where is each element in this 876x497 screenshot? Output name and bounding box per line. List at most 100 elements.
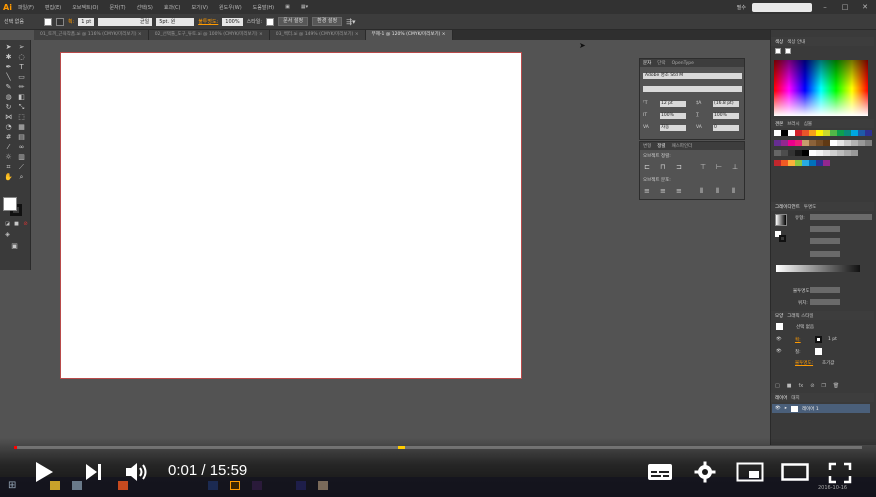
align-top-icon[interactable]: ⊤	[700, 163, 706, 171]
blob-brush-tool-icon[interactable]: ◍	[4, 94, 13, 101]
gradient-thumbnail[interactable]	[775, 214, 787, 226]
swatch-chip[interactable]	[823, 140, 830, 146]
swatch-chip[interactable]	[802, 150, 809, 156]
vertical-scale-field[interactable]: 100%	[660, 113, 686, 119]
opacity-label[interactable]: 불투명도:	[198, 18, 218, 25]
layer-visibility-icon[interactable]: 👁	[775, 406, 781, 411]
theater-mode-icon[interactable]	[781, 463, 809, 481]
column-graph-tool-icon[interactable]: ▥	[17, 154, 26, 161]
magic-wand-tool-icon[interactable]: ✱	[4, 54, 13, 61]
distribute-left-icon[interactable]: ⫴	[700, 187, 703, 196]
swatch-chip[interactable]	[851, 140, 858, 146]
fill-swatch[interactable]	[44, 17, 52, 26]
preferences-button[interactable]: 환경 설정	[312, 17, 343, 26]
gradient-angle-field[interactable]	[810, 226, 840, 232]
distribute-hcenter-icon[interactable]: ⫴	[716, 187, 719, 196]
blend-tool-icon[interactable]: ∞	[17, 144, 26, 151]
swatch-chip[interactable]	[816, 160, 823, 166]
swatch-chip[interactable]	[858, 140, 865, 146]
shape-builder-tool-icon[interactable]: ◔	[4, 124, 13, 131]
tracking-field[interactable]: 0	[713, 125, 739, 131]
taskbar-premiere-icon[interactable]	[252, 481, 262, 490]
tab-document-2[interactable]: 02_선택툴_도구_튜토.ai @ 100% (CMYK/미리보기) ×	[148, 30, 270, 40]
maximize-icon[interactable]: □	[838, 2, 852, 12]
layer-row[interactable]: 👁 ▸ 레이어 1	[772, 404, 870, 413]
align-left-icon[interactable]: ⊏	[644, 163, 650, 171]
free-transform-tool-icon[interactable]: ⬚	[17, 114, 26, 121]
swatch-chip[interactable]	[823, 130, 830, 136]
tab-transparency[interactable]: 투명도	[804, 204, 816, 210]
line-tool-icon[interactable]: ╲	[4, 74, 13, 81]
tab-graphic-styles[interactable]: 그래픽 스타일	[787, 313, 813, 319]
gradient-opacity-field[interactable]	[810, 287, 840, 293]
appearance-stroke-swatch[interactable]	[815, 336, 822, 343]
color-fill-indicator[interactable]	[775, 48, 781, 54]
eraser-tool-icon[interactable]: ◧	[17, 94, 26, 101]
none-mode-icon[interactable]: ⊘	[21, 221, 30, 228]
brush-definition[interactable]: 5pt. 원	[156, 17, 195, 26]
align-center-icon[interactable]: ⊓	[660, 163, 665, 171]
video-progress-track[interactable]	[14, 446, 862, 449]
clear-appearance-icon[interactable]: ⊘	[810, 383, 814, 390]
swatch-chip[interactable]	[802, 130, 809, 136]
swatch-chip[interactable]	[774, 130, 781, 136]
menu-window[interactable]: 윈도우(W)	[219, 4, 242, 11]
swatch-chip[interactable]	[830, 130, 837, 136]
windows-start-icon[interactable]: ⊞	[8, 480, 16, 491]
draw-mode-icon[interactable]: ◈	[3, 231, 12, 238]
appearance-fill-swatch[interactable]	[815, 348, 822, 355]
swatch-chip[interactable]	[844, 140, 851, 146]
paintbrush-tool-icon[interactable]: ✎	[4, 84, 13, 91]
swatch-chip[interactable]	[781, 140, 788, 146]
swatch-chip[interactable]	[795, 140, 802, 146]
swatch-chip[interactable]	[809, 160, 816, 166]
default-colors-icon[interactable]: ◪	[3, 221, 12, 228]
menu-file[interactable]: 파일(F)	[18, 4, 34, 11]
swatch-chip[interactable]	[788, 160, 795, 166]
tab-pathfinder[interactable]: 패스파인더	[672, 143, 693, 149]
taskbar-illustrator-icon[interactable]	[230, 481, 240, 490]
layer-name[interactable]: 레이어 1	[802, 406, 819, 412]
stroke-swatch[interactable]	[56, 17, 64, 26]
font-style-select[interactable]	[643, 86, 742, 92]
menu-view[interactable]: 보기(V)	[191, 4, 208, 11]
opacity-field[interactable]: 100%	[222, 17, 243, 26]
swatch-chip[interactable]	[809, 150, 816, 156]
pen-tool-icon[interactable]: ✒	[4, 64, 13, 71]
swatch-chip[interactable]	[858, 130, 865, 136]
menu-effect[interactable]: 효과(C)	[164, 4, 181, 11]
close-icon[interactable]: ✕	[858, 2, 872, 12]
gradient-stroke-indicator[interactable]	[779, 235, 786, 242]
menu-edit[interactable]: 편집(E)	[45, 4, 61, 11]
layer-expand-icon[interactable]: ▸	[785, 406, 787, 411]
tab-color[interactable]: 색상	[775, 39, 783, 45]
tab-align[interactable]: 정렬	[657, 143, 665, 149]
perspective-grid-tool-icon[interactable]: ▦	[17, 124, 26, 131]
gradient-location-field[interactable]	[810, 299, 840, 305]
swatch-chip[interactable]	[774, 140, 781, 146]
font-family-select[interactable]: Adobe 명조 Std M	[643, 73, 742, 79]
swatch-chip[interactable]	[788, 150, 795, 156]
swatch-chip[interactable]	[844, 150, 851, 156]
type-tool-icon[interactable]: T	[17, 64, 26, 71]
taskbar-aftereffects-icon[interactable]	[296, 481, 306, 490]
width-tool-icon[interactable]: ⋈	[4, 114, 13, 121]
tab-color-guide[interactable]: 색상 안내	[787, 39, 805, 45]
distribute-vcenter-icon[interactable]: ≡	[660, 187, 666, 195]
tab-document-1[interactable]: 01_토끼_근육작품.ai @ 116% (CMYK/미리보기) ×	[34, 30, 149, 40]
swatch-chip[interactable]	[837, 150, 844, 156]
swatch-chip[interactable]	[837, 130, 844, 136]
tab-document-active[interactable]: 무제-1 @ 120% (CMYK/미리보기) ×	[365, 30, 453, 40]
swatch-chip[interactable]	[809, 130, 816, 136]
bridge-icon[interactable]: ▣	[285, 4, 290, 10]
taskbar-photoshop-icon[interactable]	[208, 481, 218, 490]
gradient-type-select[interactable]	[810, 214, 872, 220]
zoom-tool-icon[interactable]: ⌕	[17, 174, 26, 181]
appearance-fill-label[interactable]: 칠:	[795, 349, 801, 355]
variable-width-profile[interactable]: 균일	[98, 17, 153, 26]
rectangle-tool-icon[interactable]: ▭	[17, 74, 26, 81]
appearance-stroke-value[interactable]: 1 pt	[828, 337, 837, 342]
gradient-slider[interactable]	[776, 265, 860, 272]
play-icon[interactable]	[33, 460, 55, 484]
swatch-chip[interactable]	[809, 140, 816, 146]
